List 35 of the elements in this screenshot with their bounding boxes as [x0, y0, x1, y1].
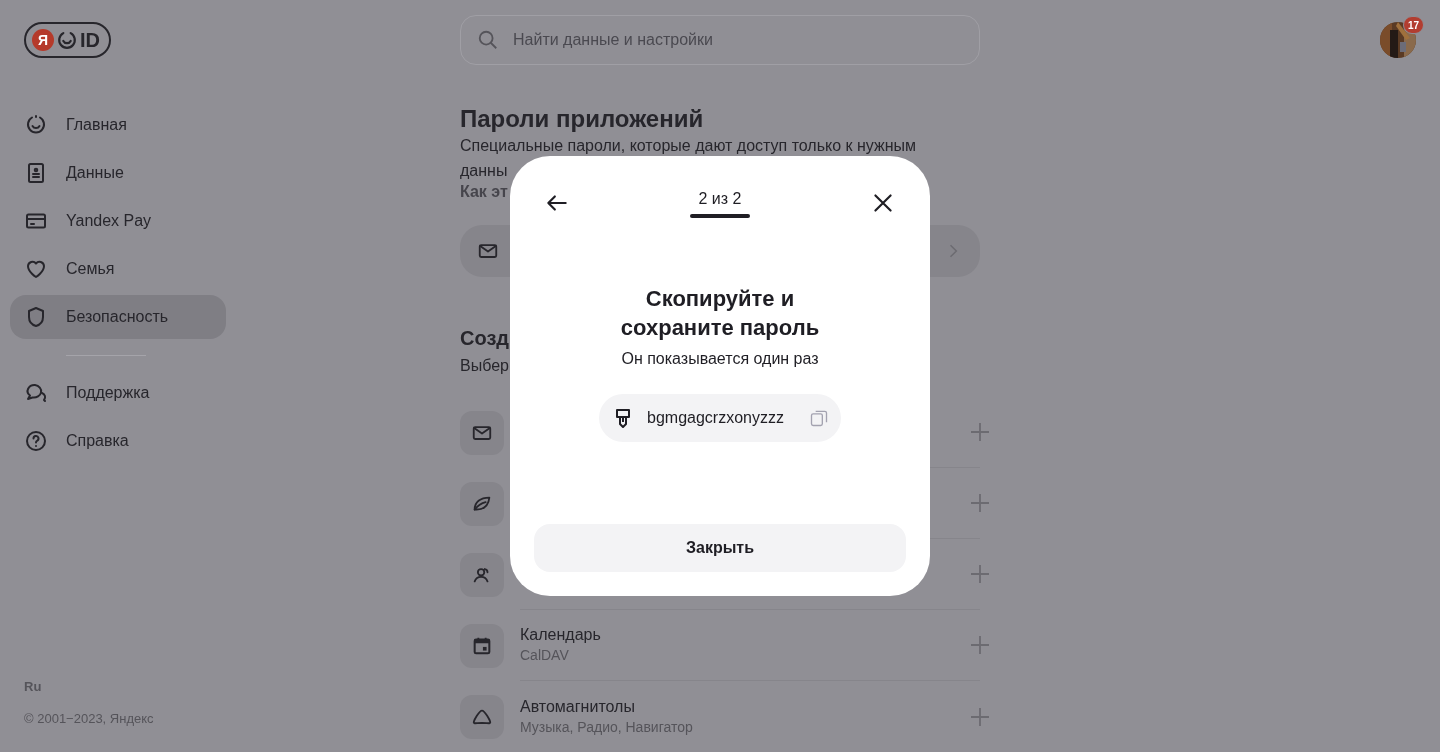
copy-icon[interactable]	[809, 408, 829, 428]
dialog-title: Скопируйте и сохраните пароль	[619, 285, 821, 342]
password-field[interactable]: bgmgagcrzxonyzzz	[599, 394, 841, 442]
section-title: Созд	[460, 326, 510, 351]
sidebar-item[interactable]: Yandex Pay	[10, 199, 226, 243]
sidebar-item[interactable]: Безопасность	[10, 295, 226, 339]
step-counter: 2 из 2	[698, 189, 742, 209]
page-title: Пароли приложений	[460, 105, 705, 133]
chat-bubbles-icon	[24, 381, 48, 405]
close-button[interactable]: Закрыть	[534, 524, 906, 572]
plus-icon[interactable]	[968, 420, 992, 444]
help-link[interactable]: Как эт	[460, 181, 508, 203]
copyright: © 2001−2023, Яндекс	[24, 709, 155, 728]
service-subtitle: CalDAV	[520, 646, 570, 665]
sidebar-item[interactable]: Главная	[10, 103, 226, 147]
sidebar-item[interactable]: Данные	[10, 151, 226, 195]
step-indicator	[690, 214, 750, 218]
service-subtitle: Музыка, Радио, Навигатор	[520, 717, 694, 737]
yandex-id-logo[interactable]: Я ID	[24, 22, 111, 58]
plus-icon[interactable]	[968, 633, 992, 657]
description-text: данны	[460, 161, 508, 181]
plus-icon[interactable]	[968, 491, 992, 515]
description-text: Специальные пароли, которые дают доступ только к нужным	[460, 136, 917, 156]
search-field[interactable]: Найти данные и настройки	[460, 15, 980, 65]
section-subtitle: Выбер	[460, 356, 509, 376]
sidebar-item[interactable]: Справка	[10, 419, 226, 463]
service-title: Автомагнитолы	[520, 696, 636, 717]
help-icon	[24, 429, 48, 453]
dialog-subtitle: Он показывается один раз	[621, 349, 819, 369]
search-icon	[477, 29, 499, 51]
notification-badge: 17	[1402, 16, 1424, 34]
sidebar-item[interactable]: Поддержка	[10, 371, 226, 415]
service-title: Календарь	[520, 625, 602, 645]
plus-icon[interactable]	[968, 562, 992, 586]
sidebar-item[interactable]: Семья	[10, 247, 226, 291]
